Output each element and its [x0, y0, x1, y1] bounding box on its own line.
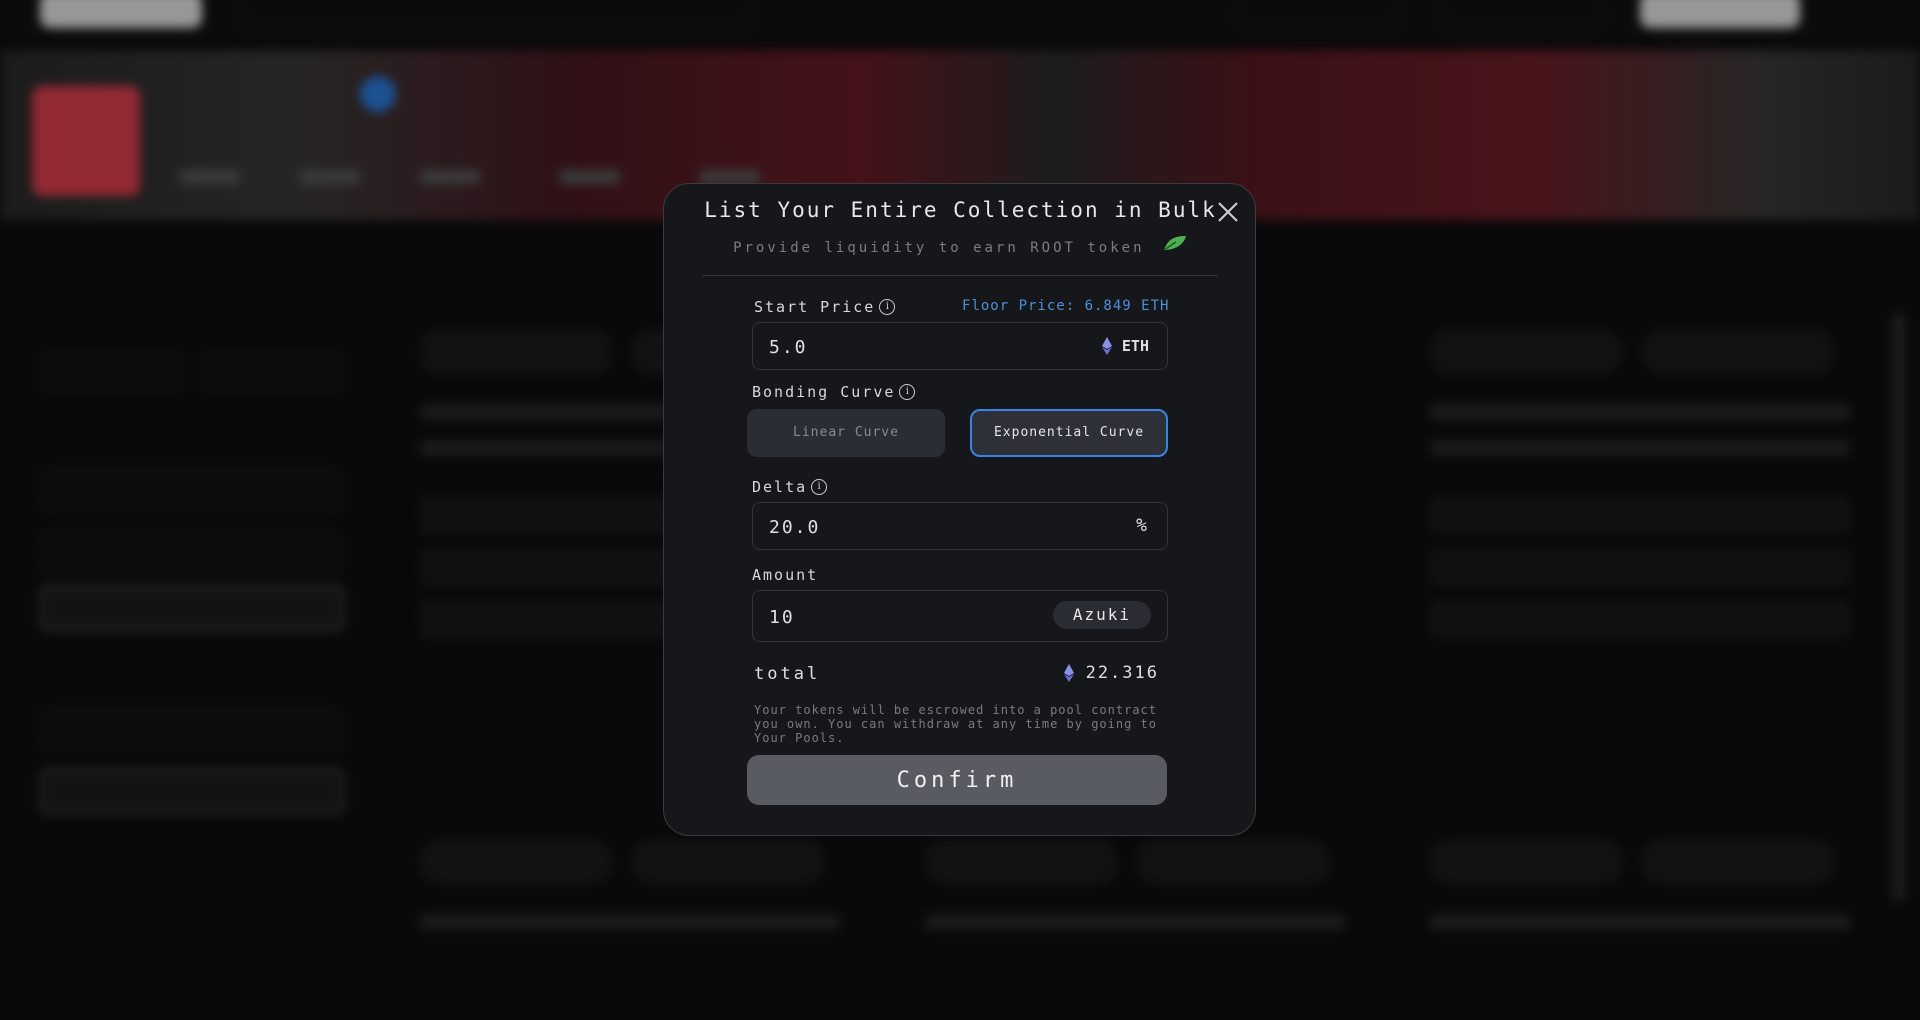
- modal-subtitle: Provide liquidity to earn ROOT token: [664, 234, 1257, 256]
- delta-label-text: Delta: [752, 478, 808, 496]
- confirm-button[interactable]: Confirm: [747, 755, 1167, 805]
- delta-label: Delta i: [752, 478, 828, 496]
- delta-field: %: [752, 502, 1168, 551]
- info-icon[interactable]: i: [879, 299, 896, 315]
- amount-token-chip: Azuki: [1052, 601, 1151, 629]
- total-value-text: 22.316: [1085, 663, 1159, 683]
- bulk-list-modal: List Your Entire Collection in Bulk Prov…: [663, 183, 1256, 836]
- exponential-curve-button[interactable]: Exponential Curve: [970, 409, 1168, 457]
- start-price-unit: ETH: [1101, 337, 1149, 355]
- modal-title: List Your Entire Collection in Bulk: [704, 198, 1217, 222]
- modal-subtitle-text: Provide liquidity to earn ROOT token: [733, 240, 1145, 256]
- close-icon[interactable]: [1214, 198, 1242, 226]
- floor-price: Floor Price: 6.849 ETH: [962, 298, 1170, 314]
- start-price-label-text: Start Price: [754, 298, 876, 316]
- bonding-curve-label-text: Bonding Curve: [752, 383, 896, 401]
- ethereum-icon: [1063, 664, 1074, 682]
- escrow-note: Your tokens will be escrowed into a pool…: [754, 703, 1158, 745]
- amount-field: Azuki: [752, 590, 1168, 643]
- info-icon[interactable]: i: [899, 384, 916, 400]
- start-price-field: ETH: [752, 322, 1168, 371]
- leaf-icon: [1162, 234, 1188, 256]
- start-price-label: Start Price i: [754, 298, 896, 316]
- modal-divider: [702, 275, 1218, 276]
- delta-unit: %: [1136, 515, 1147, 536]
- delta-input[interactable]: [767, 503, 1071, 551]
- info-icon[interactable]: i: [811, 479, 828, 495]
- amount-input[interactable]: [767, 591, 1071, 643]
- start-price-unit-text: ETH: [1121, 337, 1149, 355]
- ethereum-icon: [1101, 337, 1112, 355]
- amount-label-text: Amount: [752, 566, 819, 584]
- linear-curve-button[interactable]: Linear Curve: [747, 409, 945, 457]
- start-price-input[interactable]: [767, 323, 1071, 371]
- total-label: total: [754, 664, 821, 684]
- bonding-curve-label: Bonding Curve i: [752, 383, 916, 401]
- total-value: 22.316: [1063, 663, 1159, 683]
- amount-label: Amount: [752, 566, 818, 584]
